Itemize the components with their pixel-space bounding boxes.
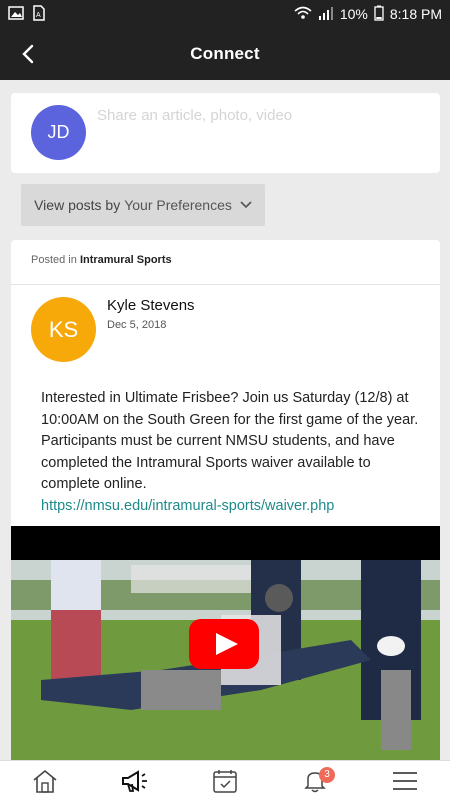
play-button[interactable] [189,619,259,669]
battery-icon [374,5,384,24]
signal-icon [318,6,334,23]
chevron-down-icon [240,201,252,209]
megaphone-icon [122,769,147,792]
user-avatar: JD [31,105,86,160]
posted-in: Posted in Intramural Sports [31,254,172,266]
post-text: Interested in Ultimate Frisbee? Join us … [41,390,419,492]
hamburger-menu-icon [393,771,417,790]
app-bar: Connect [0,28,450,80]
nav-menu[interactable] [375,761,435,800]
author-name[interactable]: Kyle Stevens [107,297,195,314]
home-icon [33,769,57,793]
share-input[interactable] [97,103,417,127]
waiver-link[interactable]: https://nmsu.edu/intramural-sports/waive… [41,496,421,518]
back-arrow-icon [22,44,34,64]
page-title: Connect [190,44,260,63]
status-bar: A 10% 8:18 PM [0,0,450,28]
bottom-nav: 3 [0,760,450,800]
filter-prefix: View posts by [34,197,121,213]
nav-home[interactable] [15,761,75,800]
wifi-icon [294,6,312,23]
nav-announcements[interactable] [105,761,165,800]
back-button[interactable] [12,38,44,70]
calendar-icon [213,769,237,793]
video-embed[interactable] [11,526,440,760]
post-composer[interactable]: JD [11,93,440,173]
status-left: A [8,4,46,24]
divider [11,284,440,285]
posted-in-label: Posted in [31,254,77,266]
nav-calendar[interactable] [195,761,255,800]
author-avatar[interactable]: KS [31,297,96,362]
document-icon: A [32,4,46,24]
svg-text:A: A [36,12,41,19]
feed[interactable]: JD View posts by Your Preferences Posted… [0,80,450,760]
play-icon [189,619,259,669]
status-right: 10% 8:18 PM [294,5,442,24]
post-body: Interested in Ultimate Frisbee? Join us … [41,388,421,517]
post-card: Posted in Intramural Sports KS Kyle Stev… [11,240,440,760]
notification-badge: 3 [319,766,335,783]
filter-value: Your Preferences [124,197,232,213]
post-date: Dec 5, 2018 [107,319,167,331]
post-category-link[interactable]: Intramural Sports [80,254,172,266]
image-icon [8,5,24,23]
battery-percent: 10% [339,6,368,22]
nav-notifications[interactable]: 3 [285,761,345,800]
view-posts-filter-button[interactable]: View posts by Your Preferences [21,184,265,226]
clock: 8:18 PM [389,6,442,22]
